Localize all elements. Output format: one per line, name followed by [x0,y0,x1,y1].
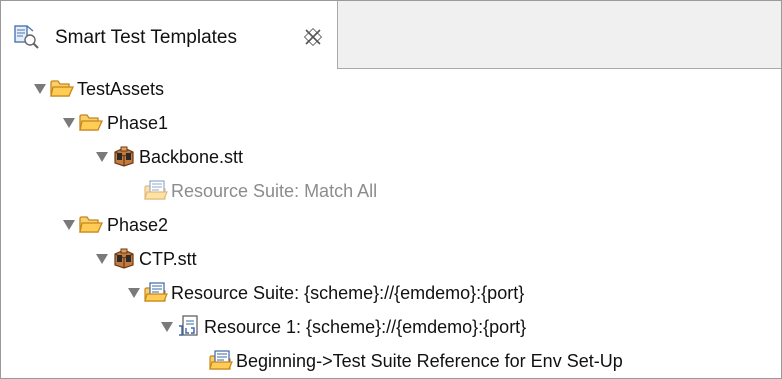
resource-suite-icon [144,179,168,201]
tree-item-label: Beginning->Test Suite Reference for Env … [236,351,623,371]
tree-item-resource-1[interactable]: Resource 1: {scheme}://{emdemo}:{port} [1,310,781,344]
tree-item-label: Resource Suite: Match All [171,181,378,201]
tree-item-label: TestAssets [77,79,165,99]
tree-item-label: Phase2 [107,215,169,235]
tree-item-label: Backbone.stt [139,147,244,167]
tree-item-label: Resource 1: {scheme}://{emdemo}:{port} [204,317,527,337]
expand-arrow-icon[interactable] [96,254,108,264]
tree-item-label: Phase1 [107,113,169,133]
open-folder-icon [79,111,103,133]
resource-suite-icon [144,281,168,303]
tree-item-ctp-stt[interactable]: CTP.stt [1,242,781,276]
open-folder-icon [50,77,74,99]
resource-file-icon [177,315,201,337]
expand-arrow-icon[interactable] [96,152,108,162]
resource-suite-icon [209,349,233,371]
tree-item-testassets[interactable]: TestAssets [1,72,781,106]
expand-arrow-icon[interactable] [161,322,173,332]
tree-item-phase1[interactable]: Phase1 [1,106,781,140]
expand-arrow-icon[interactable] [63,220,75,230]
tree-item-backbone-stt[interactable]: Backbone.stt [1,140,781,174]
expand-arrow-icon[interactable] [63,118,75,128]
tab-title: Smart Test Templates [55,27,237,48]
tab-smart-test-templates[interactable]: Smart Test Templates [1,1,338,69]
expand-arrow-icon[interactable] [128,288,140,298]
tree-item-label: Resource Suite: {scheme}://{emdemo}:{por… [171,283,525,303]
template-package-icon [112,145,136,167]
test-templates-icon [14,25,39,49]
tree-item-label: CTP.stt [139,249,197,269]
smart-test-templates-view: Smart Test Templates TestAssets Phase1 B… [0,0,782,379]
view-tab-bar: Smart Test Templates [1,1,781,69]
tree-item-resource-suite-match-all[interactable]: Resource Suite: Match All [1,174,781,208]
tree-item-phase2[interactable]: Phase2 [1,208,781,242]
close-x-icon[interactable] [302,26,324,48]
tree-item-beginning-test-suite-reference[interactable]: Beginning->Test Suite Reference for Env … [1,344,781,378]
expand-arrow-icon[interactable] [34,84,46,94]
template-package-icon [112,247,136,269]
open-folder-icon [79,213,103,235]
tree-item-resource-suite-ctp[interactable]: Resource Suite: {scheme}://{emdemo}:{por… [1,276,781,310]
